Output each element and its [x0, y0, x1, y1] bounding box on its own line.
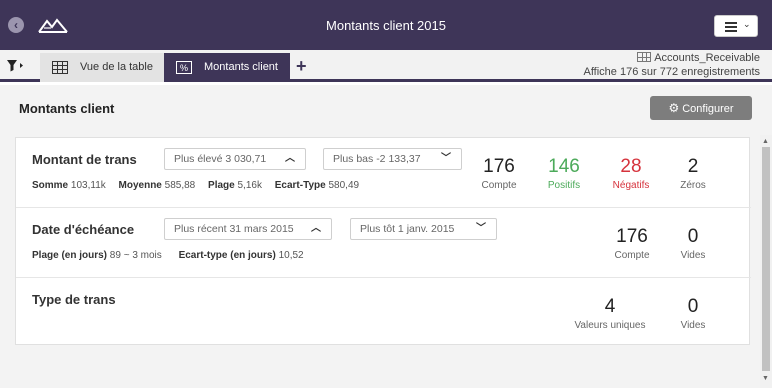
hamburger-icon — [725, 22, 737, 32]
metric-value: 4 — [604, 296, 616, 317]
most-recent-label: Plus récent 31 mars 2015 — [174, 223, 294, 235]
tab-customer-amounts-label: Montants client — [204, 61, 278, 73]
filter-toggle-button[interactable] — [6, 56, 34, 76]
highest-value-label: Plus élevé 3 030,71 — [174, 153, 267, 165]
chevron-up-icon: ︿ — [285, 153, 295, 164]
percent-icon: % — [176, 61, 192, 74]
scroll-down-icon[interactable]: ▼ — [762, 375, 769, 382]
chevron-down-icon: ﹀ — [476, 223, 486, 234]
metric-label: Valeurs uniques — [574, 320, 646, 331]
stat-label: Ecart-Type — [274, 180, 326, 191]
metric-value: 0 — [687, 226, 699, 247]
field-row-due-date: Date d'échéance Plus récent 31 mars 2015… — [16, 208, 751, 278]
field-stats: Somme 103,11k Moyenne 585,88 Plage 5,16k… — [32, 180, 369, 191]
configure-button[interactable]: ⚙ Configurer — [650, 96, 752, 120]
metric-value: 0 — [687, 296, 699, 317]
main-menu-button[interactable]: ⌄ — [714, 15, 758, 37]
stat-value: 10,52 — [278, 250, 304, 261]
field-stats: Plage (en jours) 89 ~ 3 mois Ecart-type … — [32, 250, 314, 261]
vertical-scrollbar[interactable]: ▲ ▼ — [760, 135, 772, 388]
most-recent-dropdown[interactable]: Plus récent 31 mars 2015 ︿ — [164, 218, 332, 240]
tab-table-view[interactable]: Vue de la table — [40, 53, 164, 82]
data-source-name[interactable]: Accounts_Receivable — [654, 52, 760, 64]
chevron-up-icon: ︿ — [311, 223, 321, 234]
field-title: Date d'échéance — [32, 222, 135, 237]
field-row-amount: Montant de trans Plus élevé 3 030,71 ︿ P… — [16, 138, 751, 208]
metric-label: Vides — [680, 320, 706, 331]
chevron-down-icon: ⌄ — [743, 19, 751, 29]
field-row-trans-type: Type de trans 4 Valeurs uniques 0 Vides — [16, 278, 751, 348]
metric-unique-values[interactable]: 4 Valeurs uniques — [563, 296, 657, 331]
stat-label: Somme — [32, 180, 69, 191]
stat-value: 580,49 — [328, 180, 360, 191]
scrollbar-thumb[interactable] — [762, 147, 770, 371]
scroll-up-icon[interactable]: ▲ — [762, 138, 769, 145]
metric-empty[interactable]: 0 Vides — [673, 226, 713, 261]
panel-title: Montants client — [19, 101, 115, 116]
highest-value-dropdown[interactable]: Plus élevé 3 030,71 ︿ — [164, 148, 306, 170]
window-title: Montants client 2015 — [326, 18, 446, 33]
metric-label: Compte — [481, 180, 517, 191]
field-summary-card: Montant de trans Plus élevé 3 030,71 ︿ P… — [15, 137, 751, 348]
add-tab-button[interactable]: + — [296, 56, 307, 77]
field-title: Montant de trans — [32, 152, 137, 167]
title-bar: ‹ Montants client 2015 ⌄ — [0, 0, 772, 50]
gear-icon: ⚙ — [668, 101, 680, 115]
metric-value: 28 — [620, 156, 642, 177]
metric-negative[interactable]: 28 Négatifs — [605, 156, 657, 191]
tab-customer-amounts[interactable]: % Montants client — [164, 53, 290, 82]
field-title: Type de trans — [32, 292, 116, 307]
metric-label: Positifs — [547, 180, 581, 191]
data-source-info: Accounts_Receivable Affiche 176 sur 772 … — [583, 51, 760, 79]
stat-label: Plage (en jours) — [32, 250, 108, 261]
metric-count[interactable]: 176 Compte — [607, 226, 657, 261]
record-count: Affiche 176 sur 772 enregistrements — [583, 66, 760, 78]
stat-label: Ecart-type (en jours) — [178, 250, 276, 261]
metric-value: 2 — [687, 156, 699, 177]
table-icon — [637, 52, 652, 62]
metric-label: Vides — [680, 250, 706, 261]
stat-value: 5,16k — [237, 180, 262, 191]
metric-value: 146 — [548, 156, 580, 177]
filter-icon — [7, 60, 23, 72]
metric-count[interactable]: 176 Compte — [474, 156, 524, 191]
tab-table-view-label: Vue de la table — [80, 61, 153, 73]
metric-label: Compte — [614, 250, 650, 261]
metric-label: Zéros — [680, 180, 706, 191]
stat-label: Plage — [208, 180, 235, 191]
svg-text:%: % — [180, 63, 188, 73]
stat-value: 103,11k — [70, 180, 106, 191]
lowest-value-label: Plus bas -2 133,37 — [333, 153, 421, 165]
chevron-down-icon: ﹀ — [441, 153, 451, 164]
summary-panel: Montants client ⚙ Configurer Montant de t… — [0, 85, 772, 388]
lowest-value-dropdown[interactable]: Plus bas -2 133,37 ﹀ — [323, 148, 462, 170]
stat-value: 89 ~ 3 mois — [109, 250, 162, 261]
metric-zeros[interactable]: 2 Zéros — [673, 156, 713, 191]
metric-empty[interactable]: 0 Vides — [673, 296, 713, 331]
stat-value: 585,88 — [164, 180, 196, 191]
table-icon — [52, 61, 68, 74]
earliest-label: Plus tôt 1 janv. 2015 — [360, 223, 455, 235]
configure-label: Configurer — [682, 103, 734, 115]
metric-value: 176 — [616, 226, 648, 247]
metric-value: 176 — [483, 156, 515, 177]
stat-label: Moyenne — [118, 180, 162, 191]
earliest-dropdown[interactable]: Plus tôt 1 janv. 2015 ﹀ — [350, 218, 497, 240]
metric-positive[interactable]: 146 Positifs — [539, 156, 589, 191]
metric-label: Négatifs — [612, 180, 650, 191]
